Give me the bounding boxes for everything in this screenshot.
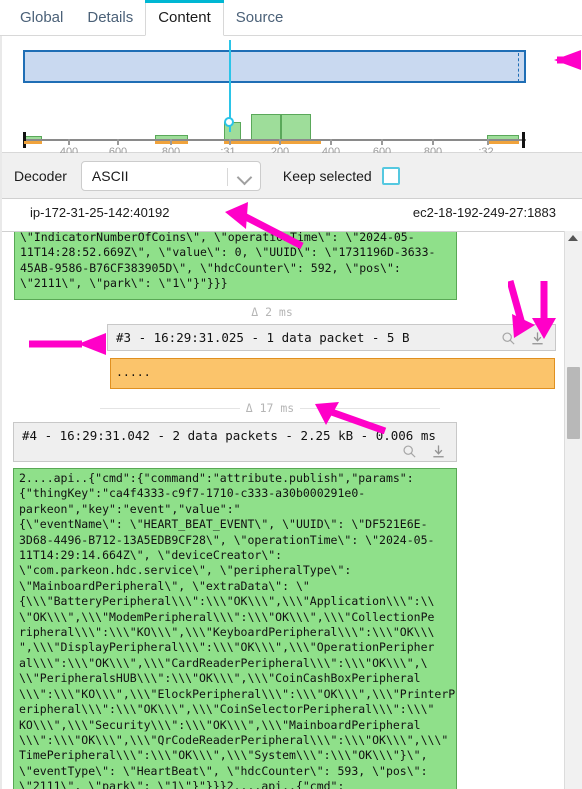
timeline-bar-outbound xyxy=(487,141,519,144)
timeline-cursor-handle[interactable] xyxy=(224,117,234,127)
destination-endpoint: ec2-18-192-249-27:1883 xyxy=(412,205,556,220)
timeline-tick xyxy=(279,139,281,145)
scrollbar-thumb[interactable] xyxy=(567,367,580,439)
tab-label: Global xyxy=(20,9,64,26)
stream-content-area[interactable]: \"IndicatorNumberOfCoins\", \"operationT… xyxy=(0,231,582,789)
tab-global[interactable]: Global xyxy=(8,0,76,35)
source-endpoint: ip-172-31-25-142:40192 xyxy=(30,205,170,220)
search-icon[interactable] xyxy=(402,444,417,459)
timeline-panel[interactable]: 400 600 800 :31 200 400 600 800 :32 2024… xyxy=(0,36,582,178)
search-icon[interactable] xyxy=(501,331,516,346)
timeline-tick xyxy=(330,139,332,145)
decoder-select-value: ASCII xyxy=(91,167,129,184)
timeline-tick xyxy=(117,139,119,145)
payload-block[interactable]: \"IndicatorNumberOfCoins\", \"operationT… xyxy=(14,231,457,300)
packet-header-title: #4 - 16:29:31.042 - 2 data packets - 2.2… xyxy=(22,428,436,443)
timeline-tick xyxy=(381,139,383,145)
packet-header-actions xyxy=(501,331,545,346)
vertical-scrollbar[interactable] xyxy=(564,231,582,789)
delta-label: Δ 17 ms xyxy=(100,399,440,417)
tab-content[interactable]: Content xyxy=(145,0,224,36)
packet-header-row[interactable]: #3 - 16:29:31.025 - 1 data packet - 5 B xyxy=(107,324,556,351)
timeline-bar xyxy=(251,114,281,140)
tab-source[interactable]: Source xyxy=(223,0,296,35)
decoder-label: Decoder xyxy=(14,167,67,184)
endpoints-row: ip-172-31-25-142:40192 ec2-18-192-249-27… xyxy=(0,199,582,230)
tab-label: Details xyxy=(87,9,134,26)
tab-label: Source xyxy=(235,9,284,26)
tab-bar: Global Details Content Source xyxy=(0,0,582,36)
payload-text: 2....api..{"cmd":{"command":"attribute.p… xyxy=(19,471,456,789)
timeline-bar-outbound xyxy=(24,141,42,144)
keep-selected-checkbox[interactable] xyxy=(381,166,400,185)
delta-label: Δ 2 ms xyxy=(107,304,437,320)
keep-selected-label: Keep selected xyxy=(282,167,372,184)
timeline-bar-outbound xyxy=(224,141,321,144)
decoder-select[interactable]: ASCII xyxy=(80,160,261,191)
timeline-axis-end-cap xyxy=(522,132,525,148)
payload-text: ..... xyxy=(116,365,151,379)
download-icon[interactable] xyxy=(530,331,545,346)
download-icon[interactable] xyxy=(431,444,446,459)
timeline-selection-range[interactable] xyxy=(23,50,526,83)
timeline-axis-start-cap xyxy=(23,132,26,148)
tab-label: Content xyxy=(158,9,211,26)
network-stream-viewer: Global Details Content Source 400 600 80… xyxy=(0,0,582,789)
packet-header-title: #3 - 16:29:31.025 - 1 data packet - 5 B xyxy=(116,330,410,345)
scroll-up-arrow-icon[interactable] xyxy=(568,235,578,241)
delta-text: Δ 17 ms xyxy=(239,401,301,415)
chevron-down-icon xyxy=(236,169,253,185)
packet-header-row[interactable]: #4 - 16:29:31.042 - 2 data packets - 2.2… xyxy=(13,422,457,462)
tab-details[interactable]: Details xyxy=(75,0,146,35)
delta-text: Δ 2 ms xyxy=(245,305,299,319)
timeline-tick xyxy=(432,139,434,145)
left-edge-divider xyxy=(0,36,2,789)
payload-text: \"IndicatorNumberOfCoins\", \"operationT… xyxy=(20,231,436,291)
timeline-tick xyxy=(170,139,172,145)
timeline-tick xyxy=(68,139,70,145)
payload-block[interactable]: 2....api..{"cmd":{"command":"attribute.p… xyxy=(13,468,457,789)
decoder-select-separator xyxy=(226,167,228,186)
packet-header-actions xyxy=(402,444,446,459)
timeline-tick xyxy=(487,139,489,145)
timeline-tick xyxy=(229,139,231,145)
decoder-toolbar: Decoder ASCII Keep selected xyxy=(0,153,582,199)
payload-block[interactable]: ..... xyxy=(110,358,555,389)
timeline-bar xyxy=(281,114,311,140)
